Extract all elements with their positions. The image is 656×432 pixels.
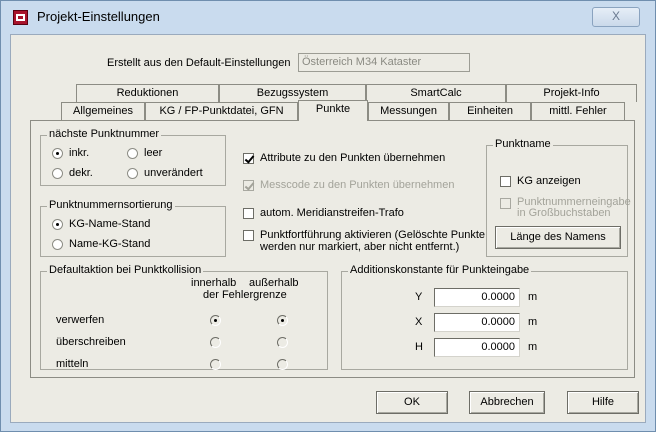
radio-leer[interactable] [127, 148, 138, 159]
h-unit: m [528, 341, 538, 353]
checkbox-punktfortfuehrung[interactable] [243, 230, 254, 241]
abbrechen-button[interactable]: Abbrechen [469, 391, 545, 414]
group-legend: nächste Punktnummer [47, 128, 162, 140]
ok-button[interactable]: OK [376, 391, 448, 414]
checkbox-grossbuchstaben [500, 198, 511, 209]
group-naechste-punktnummer: nächste Punktnummer inkr. leer dekr. unv… [40, 128, 226, 186]
radio-unveraendert-label: unverändert [144, 167, 203, 179]
radio-kg-name-stand-label: KG-Name-Stand [69, 218, 151, 230]
row-verwerfen-label: verwerfen [56, 314, 105, 326]
tab-kg-fp-punktdatei[interactable]: KG / FP-Punktdatei, GFN [145, 102, 298, 120]
radio-dekr-label: dekr. [69, 167, 93, 179]
radio-name-kg-stand-label: Name-KG-Stand [69, 238, 151, 250]
x-unit: m [528, 316, 538, 328]
checkbox-messcode-label: Messcode zu den Punkten übernehmen [260, 179, 455, 191]
dialog-window: Projekt-Einstellungen X Erstellt aus den… [0, 0, 656, 432]
y-unit: m [528, 291, 538, 303]
column-ausserhalb-label: außerhalb [249, 277, 299, 289]
client-area: Erstellt aus den Default-Einstellungen Ö… [10, 34, 646, 423]
group-punktkollision: Defaultaktion bei Punktkollision innerha… [40, 264, 328, 370]
checkbox-meridian-label: autom. Meridianstreifen-Trafo [260, 207, 404, 219]
app-icon [13, 10, 28, 25]
checkbox-kg-anzeigen-label: KG anzeigen [517, 175, 581, 187]
hilfe-button[interactable]: Hilfe [567, 391, 639, 414]
x-input[interactable]: 0.0000 [434, 313, 520, 332]
x-label: X [415, 316, 423, 328]
group-additionskonstante: Additionskonstante für Punkteingabe Y 0.… [341, 264, 628, 370]
checkbox-punktfortfuehrung-label-line1: Punktfortführung aktivieren (Gelöschte P… [260, 229, 486, 241]
tab-einheiten[interactable]: Einheiten [449, 102, 531, 120]
group-legend: Punktname [493, 138, 553, 150]
laenge-des-namens-button[interactable]: Länge des Namens [495, 226, 621, 249]
checkbox-attribute-label: Attribute zu den Punkten übernehmen [260, 152, 446, 164]
column-fehlergrenze-label: der Fehlergrenze [203, 289, 287, 301]
row-mitteln-label: mitteln [56, 358, 89, 370]
y-input[interactable]: 0.0000 [434, 288, 520, 307]
checkbox-attribute[interactable] [243, 153, 254, 164]
radio-verwerfen-innerhalb[interactable] [210, 315, 221, 326]
radio-mitteln-ausserhalb[interactable] [277, 359, 288, 370]
row-ueberschreiben-label: überschreiben [56, 336, 126, 348]
tab-punkte[interactable]: Punkte [298, 100, 368, 121]
radio-mitteln-innerhalb[interactable] [210, 359, 221, 370]
h-label: H [415, 341, 423, 353]
default-settings-label: Erstellt aus den Default-Einstellungen [107, 57, 291, 69]
checkbox-punktfortfuehrung-label-line2: werden nur markiert, aber nicht entfernt… [260, 241, 460, 253]
radio-name-kg-stand[interactable] [52, 239, 63, 250]
tab-mittl-fehler[interactable]: mittl. Fehler [531, 102, 625, 120]
checkbox-kg-anzeigen[interactable] [500, 176, 511, 187]
y-label: Y [415, 291, 423, 303]
tab-reduktionen[interactable]: Reduktionen [76, 84, 219, 102]
tab-allgemeines[interactable]: Allgemeines [61, 102, 145, 120]
group-legend: Defaultaktion bei Punktkollision [47, 264, 204, 276]
close-button[interactable]: X [592, 7, 640, 27]
group-punktname: Punktname KG anzeigen Punktnummerneingab… [486, 138, 631, 257]
group-punktnummernsortierung: Punktnummernsortierung KG-Name-Stand Nam… [40, 199, 226, 257]
radio-inkr-label: inkr. [69, 147, 90, 159]
radio-ueberschreiben-ausserhalb[interactable] [277, 337, 288, 348]
radio-leer-label: leer [144, 147, 163, 159]
title-bar: Projekt-Einstellungen X [1, 1, 655, 33]
radio-ueberschreiben-innerhalb[interactable] [210, 337, 221, 348]
radio-kg-name-stand[interactable] [52, 219, 63, 230]
h-input[interactable]: 0.0000 [434, 338, 520, 357]
checkbox-messcode [243, 180, 254, 191]
tab-projekt-info[interactable]: Projekt-Info [506, 84, 637, 102]
checkbox-meridian[interactable] [243, 208, 254, 219]
default-settings-field: Österreich M34 Kataster [298, 53, 470, 72]
radio-inkr[interactable] [52, 148, 63, 159]
tab-smartcalc[interactable]: SmartCalc [366, 84, 506, 102]
radio-dekr[interactable] [52, 168, 63, 179]
tab-panel-punkte: nächste Punktnummer inkr. leer dekr. unv… [30, 120, 635, 378]
window-title: Projekt-Einstellungen [37, 9, 160, 24]
checkbox-grossbuchstaben-label-line2: in Großbuchstaben [517, 207, 611, 219]
tab-messungen[interactable]: Messungen [368, 102, 449, 120]
radio-verwerfen-ausserhalb[interactable] [277, 315, 288, 326]
group-legend: Additionskonstante für Punkteingabe [348, 264, 532, 276]
group-legend: Punktnummernsortierung [47, 199, 175, 211]
radio-unveraendert[interactable] [127, 168, 138, 179]
column-innerhalb-label: innerhalb [191, 277, 237, 289]
